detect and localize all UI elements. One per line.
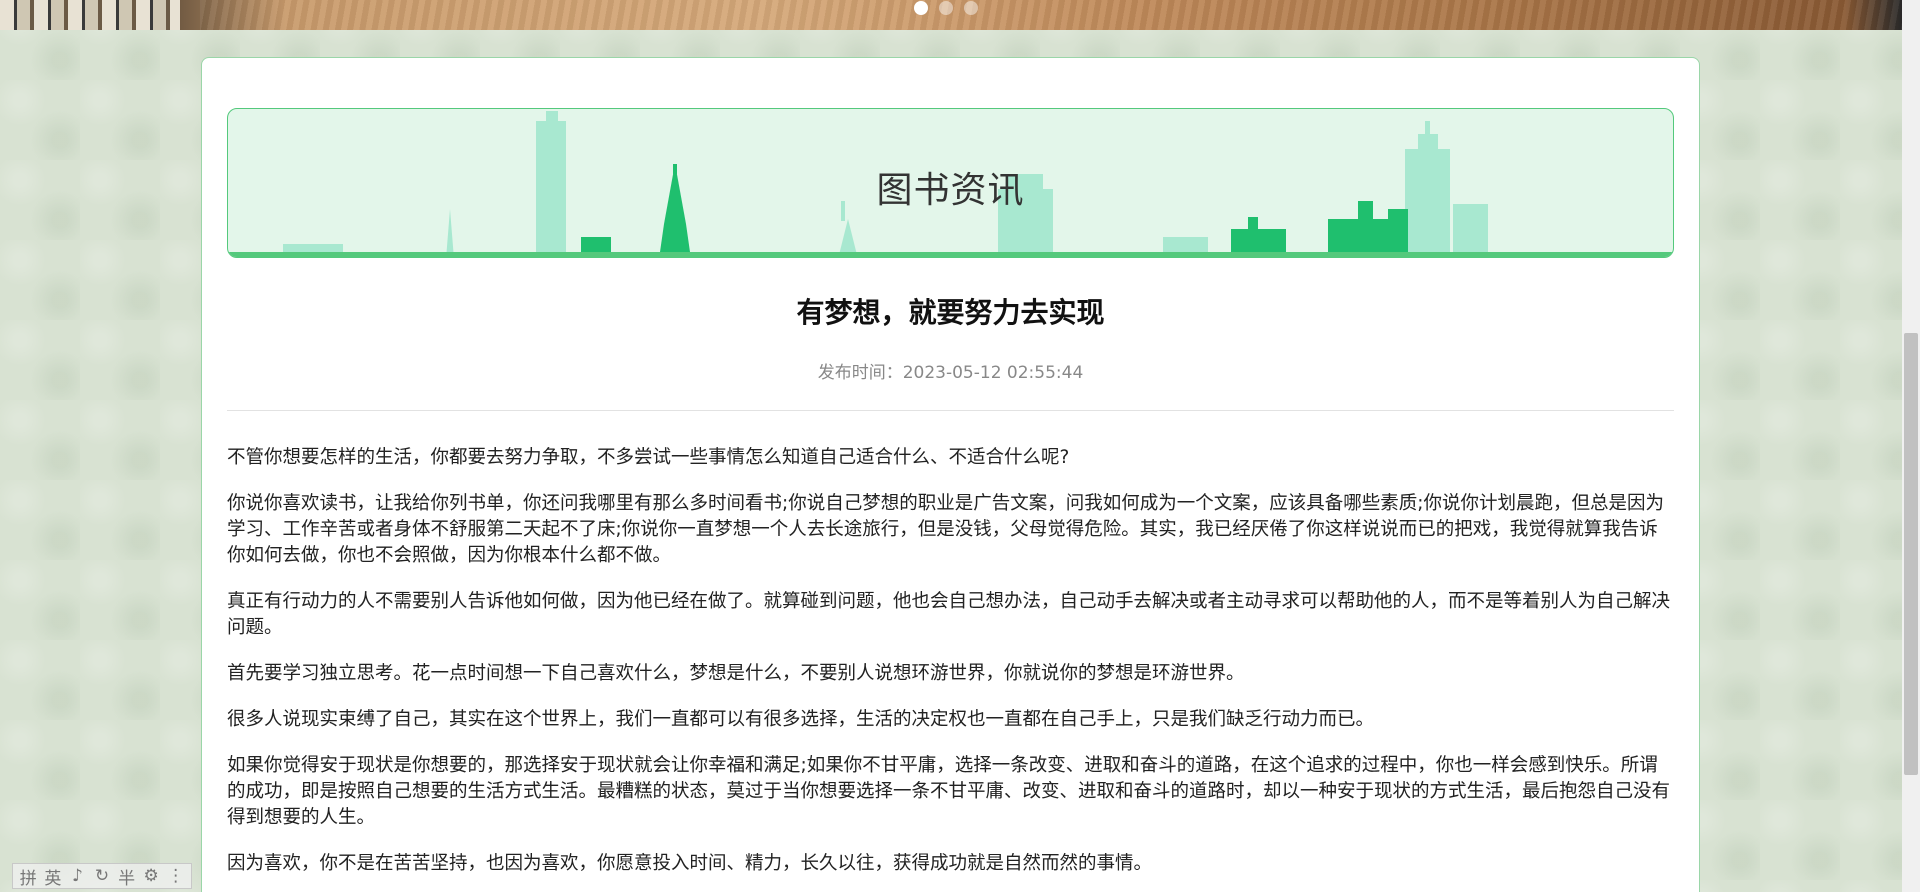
article-title: 有梦想，就要努力去实现 — [796, 296, 1105, 329]
section-title: 图书资讯 — [876, 170, 1025, 211]
carousel-dot-2[interactable] — [939, 1, 953, 15]
bookshelf-image — [0, 0, 180, 30]
article-paragraph: 首先要学习独立思考。花一点时间想一下自己喜欢什么，梦想是什么，不要别人说想环游世… — [227, 663, 1245, 684]
ime-lang-icon[interactable]: 英 — [44, 864, 63, 889]
carousel-indicators — [914, 1, 978, 15]
article-paragraph: 真正有行动力的人不需要别人告诉他如何做，因为他已经在做了。就算碰到问题，他也会自… — [227, 591, 1671, 638]
article-paragraph: 你说你喜欢读书，让我给你列书单，你还问我哪里有那么多时间看书;你说自己梦想的职业… — [227, 493, 1664, 566]
carousel-dot-3[interactable] — [964, 1, 978, 15]
ime-toolbar[interactable]: 拼 英 ♪ ↻ 半 ⚙ ⋮ — [12, 863, 192, 889]
top-carousel-banner[interactable] — [0, 0, 1902, 30]
article-paragraph: 很多人说现实束缚了自己，其实在这个世界上，我们一直都可以有很多选择，生活的决定权… — [227, 709, 1375, 730]
ime-settings-icon[interactable]: ⚙ — [142, 866, 161, 886]
article-paragraph: 不管你想要怎样的生活，你都要去努力争取，不多尝试一些事情怎么知道自己适合什么、不… — [227, 447, 1070, 468]
ime-more-icon[interactable]: ⋮ — [166, 866, 185, 886]
wood-table-image — [200, 0, 1902, 30]
article-card: 图书资讯 有梦想，就要努力去实现 发布时间：2023-05-12 02:55:4… — [201, 57, 1700, 892]
ime-mode-icon[interactable]: 拼 — [19, 864, 38, 889]
scrollbar-thumb[interactable] — [1904, 333, 1918, 775]
article-body: 不管你想要怎样的生活，你都要去努力争取，不多尝试一些事情怎么知道自己适合什么、不… — [227, 445, 1674, 892]
page-scrollbar[interactable] — [1902, 0, 1920, 892]
article-paragraph: 如果你觉得安于现状是你想要的，那选择安于现状就会让你幸福和满足;如果你不甘平庸，… — [227, 755, 1671, 828]
ime-voice-icon[interactable]: ♪ — [68, 866, 87, 886]
section-header-banner: 图书资讯 — [227, 108, 1674, 258]
ime-halfwidth-icon[interactable]: 半 — [117, 864, 136, 889]
title-divider — [227, 410, 1674, 411]
article-paragraph: 因为喜欢，你不是在苦苦坚持，也因为喜欢，你愿意投入时间、精力，长久以往，获得成功… — [227, 853, 1153, 874]
carousel-dot-1[interactable] — [914, 1, 928, 15]
ime-switch-icon[interactable]: ↻ — [93, 866, 112, 886]
publish-time: 发布时间：2023-05-12 02:55:44 — [817, 363, 1084, 383]
